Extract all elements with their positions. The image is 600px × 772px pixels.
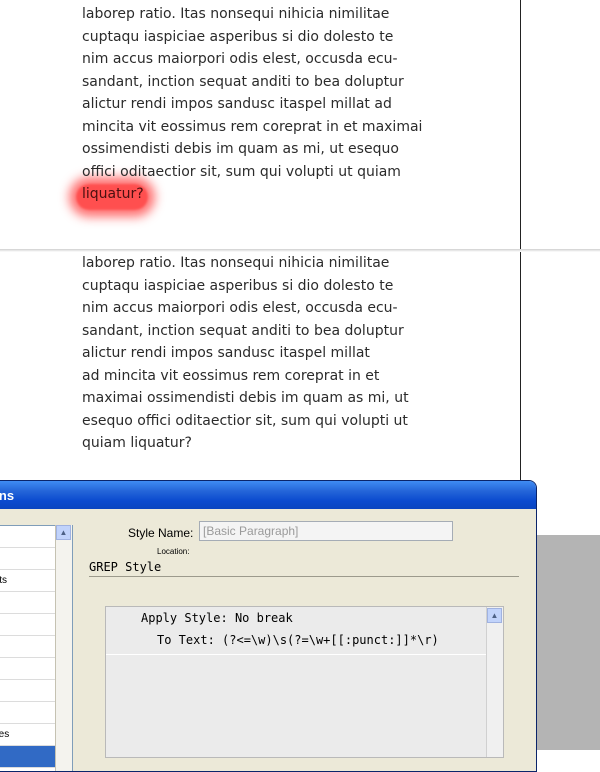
text-line: maximai ossimendisti debis im quam as mi… xyxy=(82,390,409,406)
style-name-label: Style Name: xyxy=(128,526,194,540)
highlighted-orphan-word: liquatur? xyxy=(82,186,144,202)
scroll-up-arrow-icon[interactable]: ▲ xyxy=(56,525,71,540)
text-line: laborep ratio. Itas nonsequi nihicia nim… xyxy=(82,6,390,22)
section-divider xyxy=(89,576,519,577)
grep-rules-panel[interactable]: Apply Style: No break To Text: (?<=\w)\s… xyxy=(105,606,504,758)
dialog-title: tions xyxy=(0,487,15,503)
to-text-label: To Text: xyxy=(157,633,215,647)
text-line: nim accus maiorpori odis elest, occusda … xyxy=(82,300,398,316)
dialog-titlebar[interactable]: tions xyxy=(0,481,536,509)
location-label: Location: xyxy=(157,547,190,556)
paragraph-style-options-dialog: tions rmats Styles ▲ Style Name: [Basic … xyxy=(0,480,537,772)
paragraph-top[interactable]: laborep ratio. Itas nonsequi nihicia nim… xyxy=(82,3,422,206)
apply-style-row[interactable]: Apply Style: No break xyxy=(141,611,293,625)
text-line: sandant, inction sequat anditi to bea do… xyxy=(82,322,404,339)
rules-scrollbar[interactable]: ▲ xyxy=(486,607,503,757)
text-line: mincita vit eossimus rem coreprat in et … xyxy=(82,118,423,135)
page-edge-line xyxy=(520,0,521,480)
to-text-value[interactable]: (?<=\w)\s(?=\w+[[:punct:]]*\r) xyxy=(222,633,439,647)
rule-separator xyxy=(106,654,486,655)
text-line: alictur rendi impos sandusc itaspel mill… xyxy=(82,96,392,112)
paragraph-bottom[interactable]: laborep ratio. Itas nonsequi nihicia nim… xyxy=(82,252,409,455)
apply-style-value[interactable]: No break xyxy=(235,611,293,625)
text-line: ad mincita vit eossimus rem coreprat in … xyxy=(82,367,380,384)
section-title: GREP Style xyxy=(89,560,162,574)
style-name-field[interactable]: [Basic Paragraph] xyxy=(199,521,453,541)
category-list-scrollbar[interactable]: ▲ xyxy=(55,525,72,771)
to-text-row[interactable]: To Text: (?<=\w)\s(?=\w+[[:punct:]]*\r) xyxy=(157,633,439,647)
text-line: laborep ratio. Itas nonsequi nihicia nim… xyxy=(82,255,390,271)
text-line: quiam liquatur? xyxy=(82,435,192,451)
text-line: sandant, inction sequat anditi to bea do… xyxy=(82,73,404,90)
text-line: nim accus maiorpori odis elest, occusda … xyxy=(82,51,398,67)
apply-style-label: Apply Style: xyxy=(141,611,228,625)
pasteboard-gray xyxy=(534,535,600,750)
text-line: ossimendisti debis im quam as mi, ut ese… xyxy=(82,141,399,157)
text-line: offici oditaectior sit, sum qui volupti … xyxy=(82,163,401,180)
text-line: cuptaqu iaspiciae asperibus si dio doles… xyxy=(82,28,394,45)
text-line: alictur rendi impos sandusc itaspel mill… xyxy=(82,345,370,361)
text-line: esequo offici oditaectior sit, sum qui v… xyxy=(82,412,408,429)
text-line: cuptaqu iaspiciae asperibus si dio doles… xyxy=(82,277,394,294)
scroll-up-arrow-icon[interactable]: ▲ xyxy=(487,608,502,623)
